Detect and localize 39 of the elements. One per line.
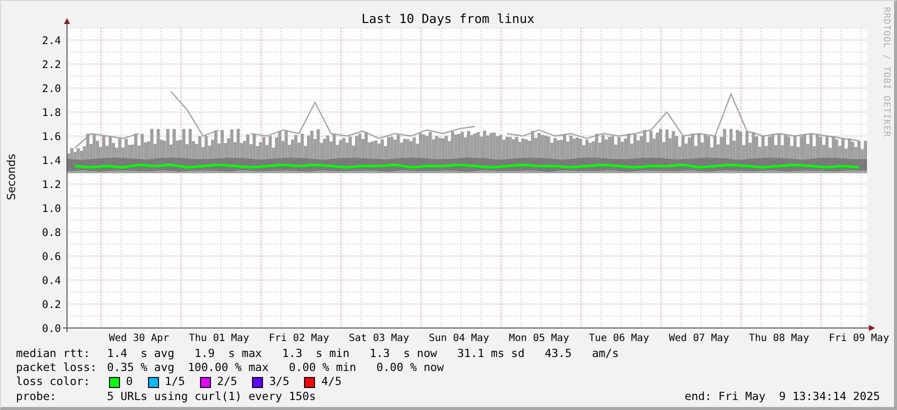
x-tick-label: Sat 03 May bbox=[348, 333, 410, 344]
legend-values: 0.35 % avg 100.00 % max 0.00 % min 0.00 % now bbox=[107, 361, 445, 376]
y-tick-label: 0.4 bbox=[42, 275, 61, 287]
legend-label: loss color: bbox=[16, 375, 92, 390]
y-tick-label: 0.8 bbox=[42, 227, 61, 239]
x-tick-label: Thu 01 May bbox=[188, 333, 250, 344]
y-tick-label: 2.0 bbox=[42, 83, 61, 95]
y-tick-label: 1.8 bbox=[42, 107, 61, 119]
y-tick-label: 1.2 bbox=[42, 179, 61, 191]
legend-label: packet loss: bbox=[16, 361, 98, 376]
axis-title: Seconds bbox=[5, 154, 18, 200]
y-tick-label: 0.0 bbox=[42, 323, 61, 335]
x-tick-label: Sun 04 May bbox=[428, 333, 490, 344]
y-tick-label: 0.2 bbox=[42, 299, 61, 311]
swatch-label: 1/5 bbox=[164, 375, 185, 390]
y-tick-label: 2.4 bbox=[42, 35, 61, 47]
y-tick-label: 1.0 bbox=[42, 203, 61, 215]
swatch-label: 3/5 bbox=[269, 375, 290, 390]
swatch-label: 0 bbox=[126, 375, 133, 390]
legend-values: 1.4 s avg 1.9 s max 1.3 s min 1.3 s now 31.1 ms sd 43.5 am/s bbox=[107, 347, 620, 362]
legend-label: median rtt: bbox=[16, 347, 92, 362]
y-tick-label: 1.6 bbox=[42, 131, 61, 143]
credit-text: RRDTOOL / TOBI OETIKER bbox=[881, 7, 891, 138]
swatch-label: 2/5 bbox=[216, 375, 238, 390]
x-tick-label: Wed 30 Apr bbox=[108, 333, 170, 344]
swatch-label: 4/5 bbox=[321, 375, 342, 390]
y-tick-label: 0.6 bbox=[42, 251, 61, 263]
x-tick-label: Tue 06 May bbox=[588, 333, 650, 344]
x-tick-label: Fri 09 May bbox=[828, 333, 890, 344]
chart-title: Last 10 Days from linux bbox=[361, 11, 535, 26]
y-tick-label: 1.4 bbox=[42, 155, 61, 167]
x-tick-label: Fri 02 May bbox=[268, 333, 330, 344]
x-tick-label: Mon 05 May bbox=[508, 333, 570, 344]
end-time: end: Fri May 9 13:34:14 2025 bbox=[684, 390, 880, 404]
y-tick-label: 2.2 bbox=[42, 59, 61, 71]
x-tick-label: Wed 07 May bbox=[668, 333, 730, 344]
legend-label: probe: bbox=[16, 390, 58, 404]
probe-text: 5 URLs using curl(1) every 150s bbox=[107, 390, 316, 404]
x-tick-label: Thu 08 May bbox=[748, 333, 810, 344]
